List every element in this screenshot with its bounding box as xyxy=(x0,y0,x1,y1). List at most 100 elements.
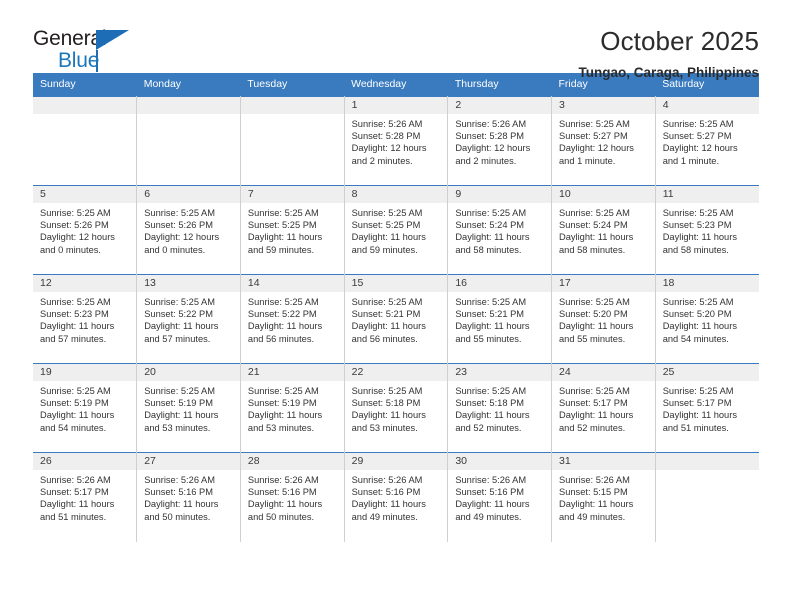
sunset-text: Sunset: 5:27 PM xyxy=(662,131,732,142)
calendar-day-cell[interactable]: 2 Sunrise: 5:26 AM Sunset: 5:28 PM Daylight… xyxy=(447,96,553,186)
daylight-text: and 59 minutes. xyxy=(351,244,418,255)
daylight-text: Daylight: 11 hours xyxy=(247,232,323,243)
daylight-text: Daylight: 12 hours xyxy=(559,143,634,154)
sunset-text: Sunset: 5:19 PM xyxy=(247,398,317,409)
sunset-text: Sunset: 5:23 PM xyxy=(40,309,109,320)
daylight-text: and 58 minutes. xyxy=(662,244,729,255)
sunset-text: Sunset: 5:16 PM xyxy=(351,487,421,498)
day-number: 25 xyxy=(655,364,759,381)
calendar-day-cell[interactable]: 4 Sunrise: 5:25 AM Sunset: 5:27 PM Daylight… xyxy=(655,96,759,186)
day-sun-info: Sunrise: 5:26 AM Sunset: 5:16 PM Daylight:… xyxy=(137,470,240,523)
weekday-header-sunday: Sunday xyxy=(33,73,137,97)
sunrise-text: Sunrise: 5:26 AM xyxy=(247,475,319,485)
daylight-text: and 49 minutes. xyxy=(351,511,418,522)
calendar-day-cell[interactable]: 15 Sunrise: 5:25 AM Sunset: 5:21 PM Dayligh… xyxy=(344,274,449,364)
calendar-day-cell[interactable]: 27 Sunrise: 5:26 AM Sunset: 5:16 PM Dayligh… xyxy=(136,452,241,542)
calendar-body: 1 Sunrise: 5:26 AM Sunset: 5:28 PM Daylight… xyxy=(33,96,759,542)
day-sun-info: Sunrise: 5:26 AM Sunset: 5:16 PM Daylight:… xyxy=(448,470,551,523)
sunrise-text: Sunrise: 5:25 AM xyxy=(40,386,111,396)
daylight-text: and 53 minutes. xyxy=(144,422,211,433)
daylight-text: and 55 minutes. xyxy=(559,333,626,344)
sunrise-text: Sunrise: 5:26 AM xyxy=(40,475,111,485)
sunrise-text: Sunrise: 5:25 AM xyxy=(351,386,423,396)
calendar-day-cell[interactable]: 26 Sunrise: 5:26 AM Sunset: 5:17 PM Dayligh… xyxy=(33,452,138,542)
daylight-text: Daylight: 12 hours xyxy=(144,232,220,243)
calendar-day-cell[interactable]: 21 Sunrise: 5:25 AM Sunset: 5:19 PM Dayligh… xyxy=(240,363,345,453)
calendar-day-cell[interactable]: 24 Sunrise: 5:25 AM Sunset: 5:17 PM Dayligh… xyxy=(551,363,656,453)
daylight-text: Daylight: 11 hours xyxy=(351,410,426,421)
calendar-day-cell[interactable]: 17 Sunrise: 5:25 AM Sunset: 5:20 PM Dayligh… xyxy=(551,274,656,364)
day-sun-info: Sunrise: 5:25 AM Sunset: 5:25 PM Daylight:… xyxy=(241,203,344,256)
day-sun-info: Sunrise: 5:25 AM Sunset: 5:17 PM Daylight:… xyxy=(656,381,759,434)
day-number: 13 xyxy=(137,275,240,292)
sunset-text: Sunset: 5:28 PM xyxy=(351,131,421,142)
sunrise-text: Sunrise: 5:25 AM xyxy=(662,119,734,129)
calendar-day-cell[interactable]: 5 Sunrise: 5:25 AM Sunset: 5:26 PM Daylight… xyxy=(33,185,138,275)
calendar-day-cell[interactable]: 16 Sunrise: 5:25 AM Sunset: 5:21 PM Dayligh… xyxy=(447,274,553,364)
day-number: 12 xyxy=(33,275,137,292)
calendar-day-cell[interactable]: 7 Sunrise: 5:25 AM Sunset: 5:25 PM Daylight… xyxy=(240,185,345,275)
calendar-day-cell[interactable]: 31 Sunrise: 5:26 AM Sunset: 5:15 PM Dayligh… xyxy=(551,452,656,542)
day-number: 30 xyxy=(448,453,552,470)
calendar-week-row: 26 Sunrise: 5:26 AM Sunset: 5:17 PM Dayligh… xyxy=(33,452,759,542)
daylight-text: and 54 minutes. xyxy=(662,333,729,344)
sunrise-text: Sunrise: 5:26 AM xyxy=(351,119,423,129)
calendar-day-cell[interactable]: 23 Sunrise: 5:25 AM Sunset: 5:18 PM Dayligh… xyxy=(447,363,553,453)
day-sun-info: Sunrise: 5:25 AM Sunset: 5:22 PM Daylight:… xyxy=(137,292,240,345)
day-sun-info: Sunrise: 5:25 AM Sunset: 5:20 PM Daylight:… xyxy=(552,292,655,345)
daylight-text: Daylight: 11 hours xyxy=(559,232,634,243)
calendar-day-cell-empty xyxy=(240,96,345,186)
calendar-day-cell[interactable]: 10 Sunrise: 5:25 AM Sunset: 5:24 PM Dayligh… xyxy=(551,185,656,275)
calendar-day-cell[interactable]: 19 Sunrise: 5:25 AM Sunset: 5:19 PM Dayligh… xyxy=(33,363,138,453)
calendar-day-cell[interactable]: 1 Sunrise: 5:26 AM Sunset: 5:28 PM Daylight… xyxy=(344,96,449,186)
daylight-text: Daylight: 11 hours xyxy=(40,321,115,332)
sunrise-text: Sunrise: 5:25 AM xyxy=(559,119,630,129)
calendar-day-cell[interactable]: 12 Sunrise: 5:25 AM Sunset: 5:23 PM Dayligh… xyxy=(33,274,138,364)
day-number: 5 xyxy=(33,186,137,203)
weekday-header-monday: Monday xyxy=(136,73,241,97)
calendar-day-cell[interactable]: 9 Sunrise: 5:25 AM Sunset: 5:24 PM Daylight… xyxy=(447,185,553,275)
calendar-day-cell[interactable]: 8 Sunrise: 5:25 AM Sunset: 5:25 PM Daylight… xyxy=(344,185,449,275)
calendar-day-cell[interactable]: 13 Sunrise: 5:25 AM Sunset: 5:22 PM Dayligh… xyxy=(136,274,241,364)
calendar-day-cell[interactable]: 25 Sunrise: 5:25 AM Sunset: 5:17 PM Dayligh… xyxy=(655,363,759,453)
daylight-text: and 0 minutes. xyxy=(40,244,101,255)
calendar-day-cell[interactable]: 29 Sunrise: 5:26 AM Sunset: 5:16 PM Dayligh… xyxy=(344,452,449,542)
calendar-day-cell[interactable]: 28 Sunrise: 5:26 AM Sunset: 5:16 PM Dayligh… xyxy=(240,452,345,542)
calendar-day-cell[interactable]: 14 Sunrise: 5:25 AM Sunset: 5:22 PM Dayligh… xyxy=(240,274,345,364)
general-blue-logo[interactable]: General Blue xyxy=(33,26,163,76)
daylight-text: Daylight: 11 hours xyxy=(247,499,323,510)
daylight-text: Daylight: 11 hours xyxy=(40,410,115,421)
calendar-day-cell[interactable]: 18 Sunrise: 5:25 AM Sunset: 5:20 PM Dayligh… xyxy=(655,274,759,364)
day-number: 17 xyxy=(552,275,655,292)
day-sun-info: Sunrise: 5:25 AM Sunset: 5:26 PM Daylight:… xyxy=(33,203,136,256)
daylight-text: and 0 minutes. xyxy=(144,244,206,255)
calendar-page: General Blue October 2025 Tungao, Caraga… xyxy=(0,0,792,612)
day-sun-info: Sunrise: 5:25 AM Sunset: 5:19 PM Daylight:… xyxy=(33,381,136,434)
day-number: 7 xyxy=(240,186,344,203)
daylight-text: and 1 minute. xyxy=(662,155,720,166)
sunset-text: Sunset: 5:25 PM xyxy=(351,220,421,231)
calendar-day-cell[interactable]: 11 Sunrise: 5:25 AM Sunset: 5:23 PM Dayligh… xyxy=(655,185,759,275)
sunrise-text: Sunrise: 5:25 AM xyxy=(144,297,216,307)
daylight-text: and 51 minutes. xyxy=(662,422,729,433)
sunset-text: Sunset: 5:21 PM xyxy=(455,309,525,320)
daylight-text: and 55 minutes. xyxy=(455,333,522,344)
day-number xyxy=(137,97,240,114)
daylight-text: and 53 minutes. xyxy=(351,422,418,433)
daylight-text: Daylight: 11 hours xyxy=(662,232,737,243)
day-sun-info: Sunrise: 5:25 AM Sunset: 5:23 PM Daylight:… xyxy=(33,292,136,345)
calendar-day-cell[interactable]: 22 Sunrise: 5:25 AM Sunset: 5:18 PM Dayligh… xyxy=(344,363,449,453)
day-number xyxy=(33,97,137,114)
calendar-day-cell[interactable]: 20 Sunrise: 5:25 AM Sunset: 5:19 PM Dayligh… xyxy=(136,363,241,453)
calendar-day-cell[interactable]: 6 Sunrise: 5:25 AM Sunset: 5:26 PM Daylight… xyxy=(136,185,241,275)
daylight-text: Daylight: 12 hours xyxy=(662,143,738,154)
sunset-text: Sunset: 5:25 PM xyxy=(247,220,317,231)
sunset-text: Sunset: 5:17 PM xyxy=(559,398,628,409)
day-sun-info: Sunrise: 5:25 AM Sunset: 5:26 PM Daylight:… xyxy=(137,203,240,256)
page-title: October 2025 xyxy=(600,26,759,56)
calendar-day-cell[interactable]: 30 Sunrise: 5:26 AM Sunset: 5:16 PM Dayligh… xyxy=(447,452,553,542)
calendar-day-cell[interactable]: 3 Sunrise: 5:25 AM Sunset: 5:27 PM Daylight… xyxy=(551,96,656,186)
daylight-text: Daylight: 11 hours xyxy=(351,232,426,243)
sunrise-text: Sunrise: 5:25 AM xyxy=(662,297,734,307)
sunrise-text: Sunrise: 5:25 AM xyxy=(144,208,216,218)
